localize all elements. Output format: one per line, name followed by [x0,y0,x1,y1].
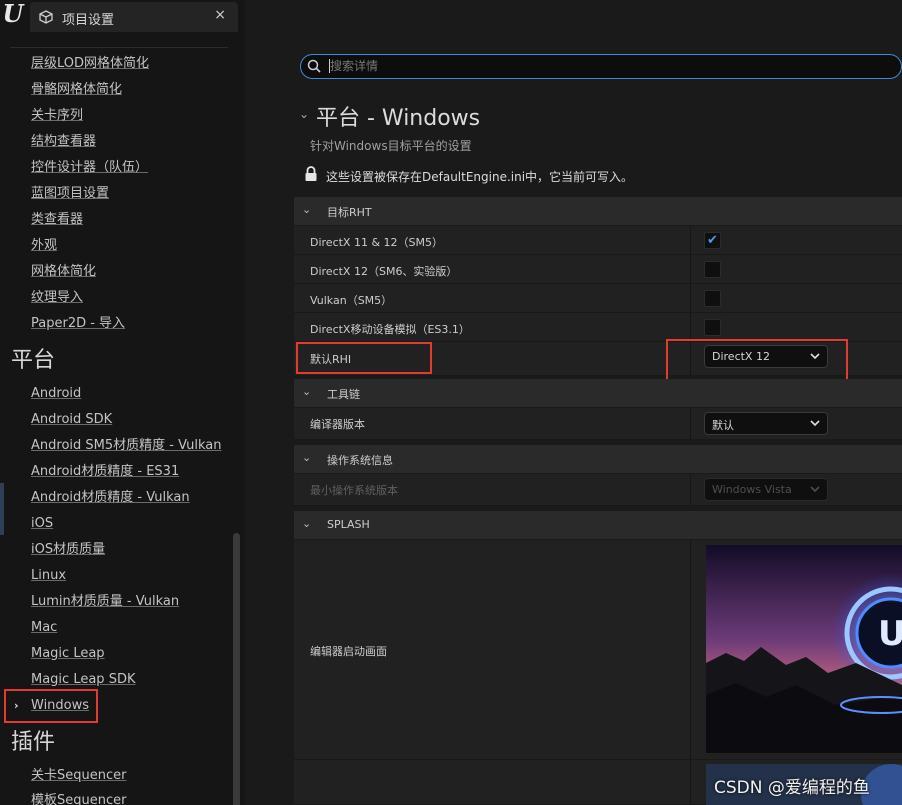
section-target-rhi[interactable]: ⌄ 目标RHT [294,197,902,225]
sidebar-header-plugins: 插件 [11,730,56,755]
highlight-box-windows [4,689,98,723]
setting-label: DirectX 11 & 12（SM5） [310,236,444,249]
setting-label: 编辑器启动画面 [310,645,387,658]
chevron-down-icon: ⌄ [302,451,312,464]
svg-text:U: U [878,614,902,654]
page-subtitle: 针对Windows目标平台的设置 [310,139,472,153]
sidebar-header-platforms: 平台 [11,348,56,373]
splash-artwork: U [706,545,902,753]
unreal-logo-icon: U [2,0,24,28]
chevron-down-icon: ⌄ [302,385,312,398]
compiler-version-dropdown[interactable]: 默认 [704,412,828,435]
chevron-down-icon: ⌄ [302,203,312,216]
highlight-box-default-rhi-label [296,342,432,374]
chevron-down-icon [810,420,820,427]
column-divider[interactable] [690,540,691,805]
dropdown-value: Windows Vista [712,483,792,496]
highlight-box-default-rhi-dropdown [666,339,848,384]
settings-cube-icon [39,10,53,24]
column-divider[interactable] [690,474,691,506]
sidebar-item-linux[interactable]: Linux [31,567,66,584]
title-bar: U 项目设置 × [0,0,245,36]
sidebar-item-mac[interactable]: Mac [31,619,57,636]
section-toolchain[interactable]: ⌄ 工具链 [294,379,902,407]
checkbox-vulkan[interactable] [704,290,721,307]
sidebar-item-blueprint-project-settings[interactable]: 蓝图项目设置 [31,185,109,202]
sidebar-item-struct-viewer[interactable]: 结构查看器 [31,133,96,150]
setting-label: Vulkan（SM5） [310,294,393,307]
setting-row-dx-mobile: DirectX移动设备模拟（ES3.1） [294,313,902,342]
sidebar-item-android-vulkan[interactable]: Android材质精度 - Vulkan [31,489,190,506]
setting-row-vulkan: Vulkan（SM5） [294,284,902,313]
lock-icon [305,166,317,181]
setting-label: DirectX 12（SM6、实验版） [310,265,458,278]
watermark-text: CSDN @爱编程的鱼 [714,778,870,798]
sidebar-item-ios[interactable]: iOS [31,515,53,532]
section-title: SPLASH [327,518,370,531]
tab-title: 项目设置 [62,13,115,28]
sidebar-item-lumin-vulkan[interactable]: Lumin材质质量 - Vulkan [31,593,179,610]
setting-label: 编译器版本 [310,418,365,431]
sidebar-item-level-sequence[interactable]: 关卡序列 [31,107,83,124]
sidebar-item-hlod-simplification[interactable]: 层级LOD网格体简化 [31,55,149,72]
sidebar-item-magic-leap-sdk[interactable]: Magic Leap SDK [31,671,135,688]
setting-row-dx12-sm6: DirectX 12（SM6、实验版） [294,255,902,284]
page-title: 平台 - Windows [316,106,481,131]
sidebar-item-magic-leap[interactable]: Magic Leap [31,645,105,662]
tab-project-settings[interactable]: 项目设置 × [30,2,238,32]
sidebar-item-android[interactable]: Android [31,385,81,402]
collapse-chevron-icon[interactable]: ⌄ [299,107,309,121]
checkbox-dx-mobile[interactable] [704,319,721,336]
sidebar-item-android-sdk[interactable]: Android SDK [31,411,112,428]
panel-resize-handle[interactable] [0,483,4,535]
section-title: 目标RHT [327,206,372,219]
sidebar-item-skeletal-mesh-simplification[interactable]: 骨骼网格体简化 [31,81,122,98]
setting-label: 最小操作系统版本 [310,484,398,497]
section-title: 操作系统信息 [327,454,393,467]
min-os-dropdown: Windows Vista [704,478,828,501]
chevron-down-icon [810,486,820,493]
setting-row-dx11-12: DirectX 11 & 12（SM5） [294,226,902,255]
sidebar-item-android-es31[interactable]: Android材质精度 - ES31 [31,463,179,480]
sidebar-item-appearance[interactable]: 外观 [31,237,57,254]
checkbox-dx11-12[interactable]: ✔ [704,232,721,249]
sidebar-item-paper2d-import[interactable]: Paper2D - 导入 [31,315,125,332]
column-divider[interactable] [690,408,691,440]
editor-splash-image[interactable]: U [706,545,902,753]
search-icon [307,59,321,73]
sidebar-item-texture-import[interactable]: 纹理导入 [31,289,83,306]
section-os-info[interactable]: ⌄ 操作系统信息 [294,445,902,473]
sidebar-scrollbar[interactable] [233,533,240,805]
section-title: 工具链 [327,388,360,401]
sidebar-item-ios-material-quality[interactable]: iOS材质质量 [31,541,105,558]
section-splash[interactable]: ⌄ SPLASH [294,511,902,539]
checkbox-dx12-sm6[interactable] [704,261,721,278]
setting-label: DirectX移动设备模拟（ES3.1） [310,323,470,336]
chevron-down-icon: ⌄ [302,517,312,530]
close-tab-button[interactable]: × [214,7,226,23]
sidebar-item-android-sm5-vulkan[interactable]: Android SM5材质精度 - Vulkan [31,437,221,454]
config-file-note: 这些设置被保存在DefaultEngine.ini中，它当前可写入。 [326,170,634,184]
sidebar-item-mesh-simplification[interactable]: 网格体简化 [31,263,96,280]
sidebar-item-level-sequencer[interactable]: 关卡Sequencer [31,767,126,784]
sidebar-item-class-viewer[interactable]: 类查看器 [31,211,83,228]
sidebar-item-template-sequencer[interactable]: 模板Sequencer [31,792,126,805]
tab-underline [10,47,228,48]
dropdown-value: 默认 [712,419,734,432]
search-input[interactable] [330,57,870,75]
sidebar-item-widget-designer[interactable]: 控件设计器（队伍） [31,159,148,176]
